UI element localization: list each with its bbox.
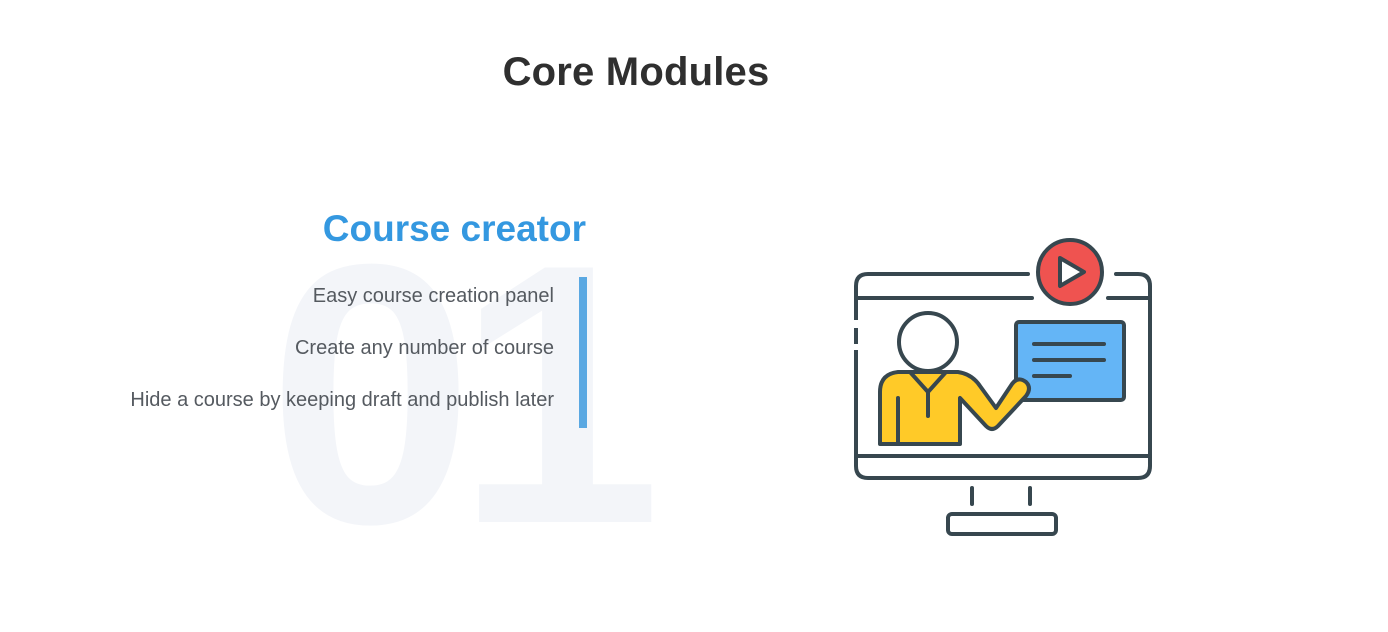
feature-item: Hide a course by keeping draft and publi… bbox=[130, 389, 554, 411]
feature-item: Create any number of course bbox=[294, 337, 554, 359]
core-modules-section: Core Modules 01 Course creator Easy cour… bbox=[0, 0, 1388, 632]
online-course-monitor-icon bbox=[848, 236, 1158, 542]
section-title: Core Modules bbox=[502, 50, 770, 94]
feature-item: Easy course creation panel bbox=[312, 285, 554, 307]
accent-bar bbox=[579, 277, 587, 428]
module-title: Course creator bbox=[322, 208, 586, 249]
feature-list: Easy course creation panel Create any nu… bbox=[130, 276, 554, 432]
